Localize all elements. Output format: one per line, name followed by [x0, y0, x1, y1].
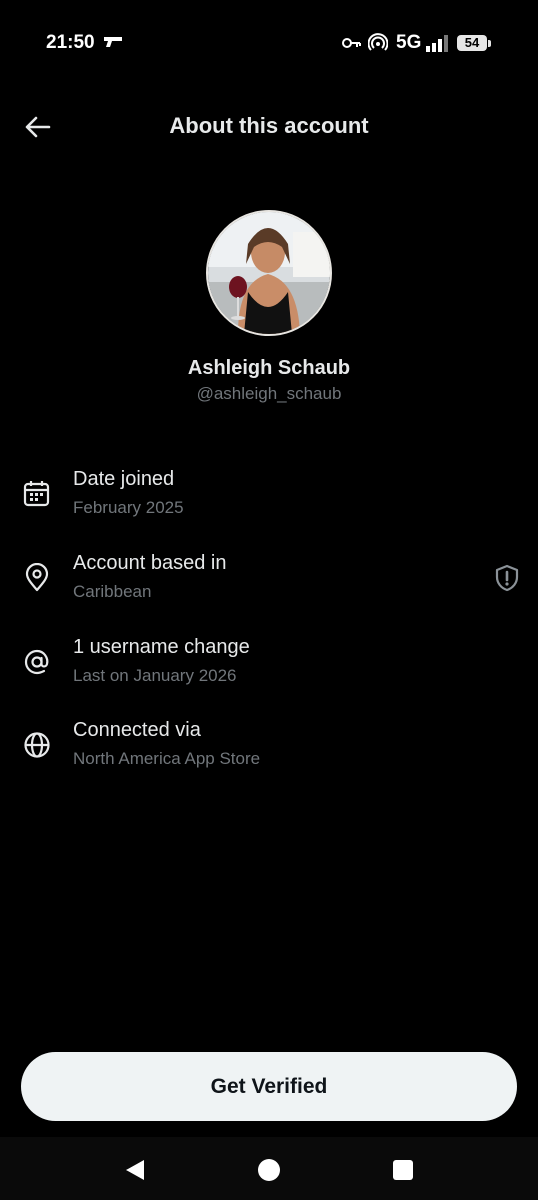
nav-home-icon[interactable] [256, 1157, 282, 1183]
network-type: 5G [396, 32, 422, 53]
account-location-value: Caribbean [73, 582, 152, 601]
nav-back-icon[interactable] [122, 1157, 148, 1183]
battery-icon: 54 [457, 35, 487, 51]
hotspot-icon [367, 33, 389, 58]
about-account-screen: 21:50 5G 54 About this account Ashleigh … [0, 0, 538, 1200]
at-sign-icon [24, 649, 49, 675]
username-change-value: Last on January 2026 [73, 666, 237, 685]
date-joined-row: Date joined February 2025 [0, 462, 538, 532]
username-change-row: 1 username change Last on January 2026 [0, 630, 538, 700]
get-verified-button[interactable]: Get Verified [21, 1052, 517, 1121]
date-joined-value: February 2025 [73, 498, 184, 517]
connected-via-value: North America App Store [73, 749, 261, 768]
status-bar: 21:50 5G 54 [0, 0, 538, 86]
vpn-key-icon [342, 36, 362, 55]
battery-tip [488, 40, 491, 47]
connected-via-row: Connected via North America App Store [0, 713, 538, 783]
profile-name: Ashleigh Schaub [187, 357, 351, 379]
connected-via-label: Connected via [73, 719, 201, 741]
page-title: About this account [169, 113, 369, 138]
shield-alert-icon[interactable] [492, 563, 522, 593]
location-pin-icon [25, 563, 49, 592]
account-location-row: Account based in Caribbean [0, 546, 538, 616]
calendar-icon [23, 481, 50, 507]
profile-handle: @ashleigh_schaub [196, 384, 342, 403]
date-joined-label: Date joined [73, 468, 175, 490]
status-time: 21:50 [46, 32, 95, 53]
globe-icon [24, 732, 50, 758]
system-nav-bar [0, 1137, 538, 1200]
account-location-label: Account based in [73, 552, 227, 574]
signal-icon [425, 34, 451, 57]
username-change-label: 1 username change [73, 636, 250, 658]
avatar [206, 210, 332, 336]
gun-icon [103, 35, 123, 54]
nav-recents-icon[interactable] [390, 1157, 416, 1183]
